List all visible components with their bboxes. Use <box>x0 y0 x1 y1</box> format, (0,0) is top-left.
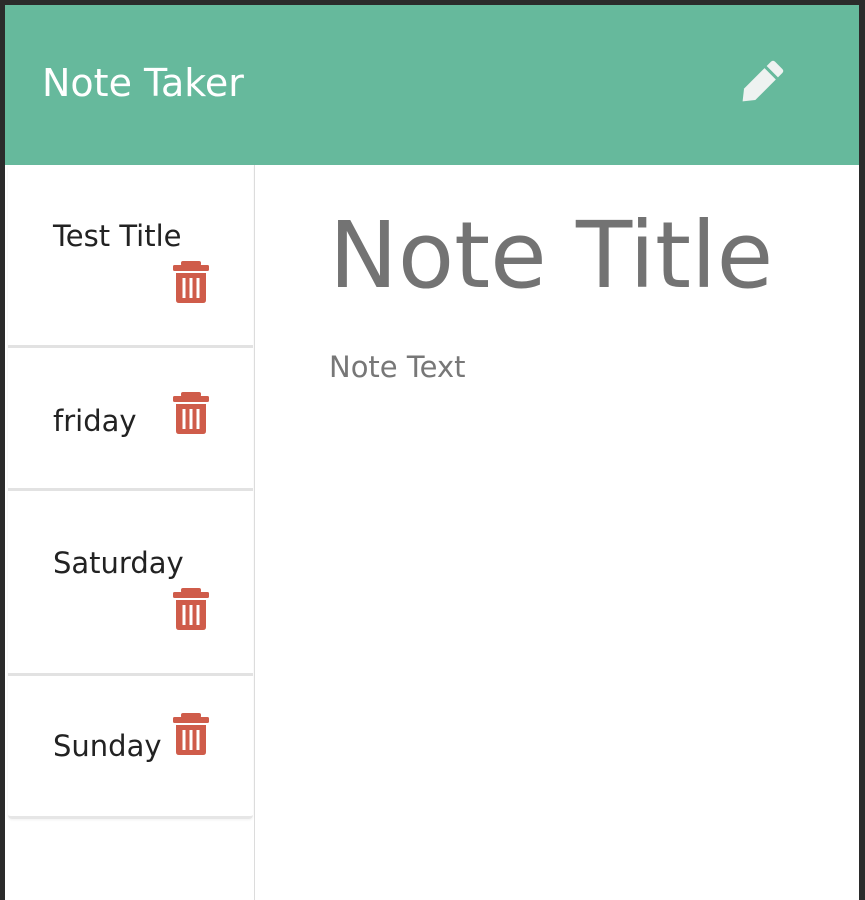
notes-sidebar: Test Title friday Saturday Sunday <box>5 165 255 900</box>
navbar: Note Taker <box>5 5 859 165</box>
note-editor <box>255 165 859 900</box>
list-item[interactable]: Test Title <box>8 165 253 348</box>
app-brand[interactable]: Note Taker <box>42 57 244 109</box>
list-item[interactable]: Saturday <box>8 491 253 676</box>
note-text-input[interactable] <box>329 347 839 867</box>
note-item-title: friday <box>53 404 137 438</box>
note-item-title: Sunday <box>53 729 162 763</box>
trash-icon[interactable] <box>173 261 209 303</box>
note-title-input[interactable] <box>329 195 849 315</box>
list-item[interactable]: Sunday <box>8 676 253 819</box>
new-note-button[interactable] <box>723 45 799 121</box>
note-item-title: Saturday <box>53 546 184 580</box>
list-item[interactable]: friday <box>8 348 253 491</box>
app-window: Note Taker Test Title friday Saturday Su… <box>5 5 859 900</box>
note-item-title: Test Title <box>53 219 182 253</box>
note-list: Test Title friday Saturday Sunday <box>8 165 253 819</box>
trash-icon[interactable] <box>173 392 209 434</box>
trash-icon[interactable] <box>173 713 209 755</box>
trash-icon[interactable] <box>173 588 209 630</box>
pencil-icon <box>742 60 784 102</box>
